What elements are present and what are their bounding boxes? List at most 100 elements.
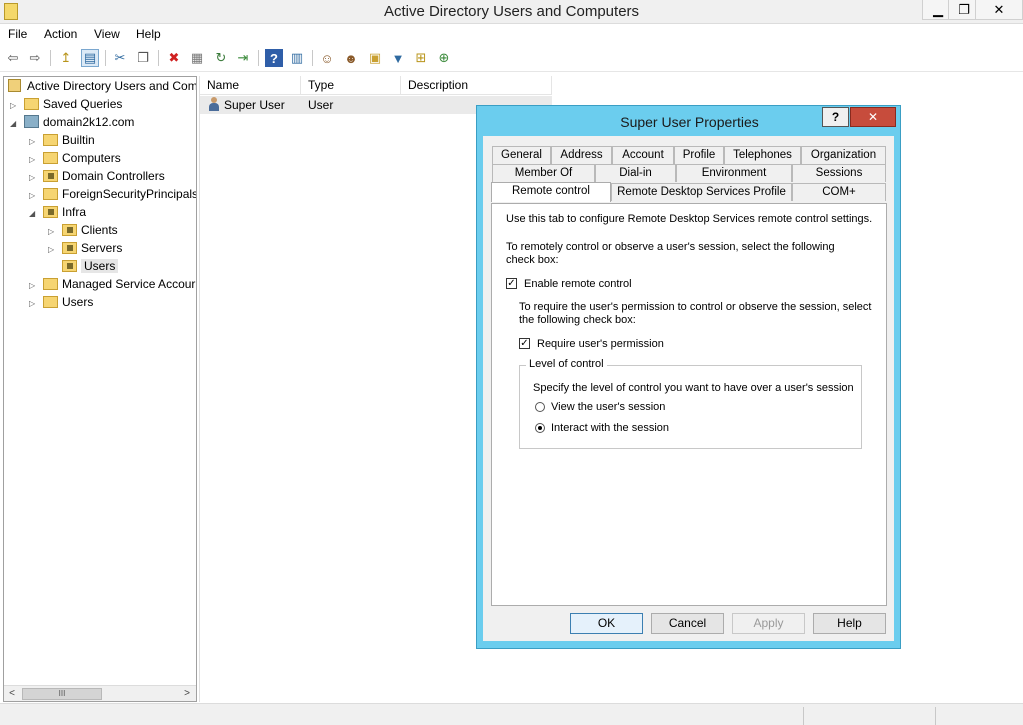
tree-item-foreign-security-principals[interactable]: ▷ ForeignSecurityPrincipals [29,185,196,203]
tree-horizontal-scrollbar[interactable]: < III > [4,685,196,701]
tab-remote-control[interactable]: Remote control [491,182,611,202]
tab-sessions[interactable]: Sessions [792,164,886,182]
require-permission-label[interactable]: Require user's permission [537,338,664,351]
ok-button[interactable]: OK [570,613,643,634]
scroll-thumb[interactable]: III [22,688,102,700]
properties-dialog: Super User Properties ? ✕ General Addres… [476,105,901,649]
tree-label: Saved Queries [43,97,123,111]
expand-arrow-icon[interactable]: ▷ [48,241,58,259]
column-header-type[interactable]: Type [301,76,401,95]
level-of-control-group: Level of control Specify the level of co… [519,358,862,449]
column-header-description[interactable]: Description [401,76,552,95]
toolbar-separator [312,50,313,66]
menu-help[interactable]: Help [136,27,161,41]
tree-item-saved-queries[interactable]: ▷ Saved Queries [10,95,122,113]
tree-label: Computers [62,151,121,165]
ou-folder-icon [43,206,58,218]
scroll-left-button[interactable]: < [5,687,19,701]
instruction-text-1b: check box: [506,254,559,266]
close-window-button[interactable]: ✕ [975,0,1023,20]
up-folder-icon[interactable]: ↥ [57,49,75,67]
tab-organization[interactable]: Organization [801,146,886,164]
require-permission-checkbox[interactable]: ✓ [519,338,530,349]
apply-button[interactable]: Apply [732,613,805,634]
view-session-radio[interactable] [535,402,545,412]
new-group-icon[interactable]: ☻ [342,49,360,67]
cell-name: Super User [208,96,285,114]
tree-label: Clients [81,223,118,237]
item-name: Super User [224,98,285,112]
dialog-close-button[interactable]: ✕ [850,107,896,127]
copy-icon[interactable]: ❐ [134,49,152,67]
tree-item-users-ou[interactable]: Users [58,257,119,275]
tab-remote-desktop-services-profile[interactable]: Remote Desktop Services Profile [611,183,792,201]
delegate-icon[interactable]: ⊕ [435,49,453,67]
tab-account[interactable]: Account [612,146,674,164]
tree-root[interactable]: Active Directory Users and Com [6,77,197,95]
tab-environment[interactable]: Environment [676,164,792,182]
tree-label: Active Directory Users and Com [27,79,197,93]
list-header: Name Type Description [200,76,552,95]
tab-member-of[interactable]: Member Of [492,164,595,182]
dialog-help-button[interactable]: ? [822,107,849,127]
menu-file[interactable]: File [8,27,27,41]
instruction-text-2: To require the user's permission to cont… [519,301,872,313]
collapse-arrow-icon[interactable]: ◢ [29,205,39,223]
tab-telephones[interactable]: Telephones [724,146,801,164]
export-list-icon[interactable]: ⇥ [234,49,252,67]
tree-item-users[interactable]: ▷ Users [29,293,93,311]
view-session-label[interactable]: View the user's session [551,401,665,414]
forward-arrow-icon[interactable]: ⇨ [26,49,44,67]
tree-item-builtin[interactable]: ▷ Builtin [29,131,95,149]
expand-arrow-icon[interactable]: ▷ [29,295,39,313]
toolbar-separator [158,50,159,66]
ou-folder-icon [43,170,58,182]
toolbar-separator [258,50,259,66]
cell-type: User [308,98,334,112]
cut-icon[interactable]: ✂ [111,49,129,67]
add-to-group-icon[interactable]: ⊞ [412,49,430,67]
filter-icon[interactable]: ▼ [389,49,407,67]
tab-general[interactable]: General [492,146,551,164]
status-separator [803,707,804,725]
level-description: Specify the level of control you want to… [533,382,854,394]
new-ou-icon[interactable]: ▣ [366,49,384,67]
tab-com-plus[interactable]: COM+ [792,183,886,201]
toolbar-separator [105,50,106,66]
tree-label: Infra [62,205,87,219]
help-icon[interactable]: ? [265,49,283,67]
menu-view[interactable]: View [94,27,120,41]
tab-address[interactable]: Address [551,146,612,164]
scroll-right-button[interactable]: > [180,687,194,701]
enable-remote-control-checkbox[interactable]: ✓ [506,278,517,289]
help-button[interactable]: Help [813,613,886,634]
tree-item-servers[interactable]: ▷ Servers [48,239,122,257]
tree-item-domain-controllers[interactable]: ▷ Domain Controllers [29,167,165,185]
cancel-button[interactable]: Cancel [651,613,724,634]
tree-item-clients[interactable]: ▷ Clients [48,221,118,239]
collapse-arrow-icon[interactable]: ◢ [10,115,20,133]
refresh-icon[interactable]: ↻ [212,49,230,67]
tree-item-managed-service-accounts[interactable]: ▷ Managed Service Accour [29,275,195,293]
console-tree-icon[interactable]: ▥ [288,49,306,67]
interact-session-radio[interactable] [535,423,545,433]
properties-icon[interactable]: ▦ [188,49,206,67]
column-header-name[interactable]: Name [200,76,301,95]
tree-item-computers[interactable]: ▷ Computers [29,149,121,167]
intro-text: Use this tab to configure Remote Desktop… [506,213,873,225]
show-hide-tree-icon[interactable]: ▤ [81,49,99,67]
enable-remote-control-label[interactable]: Enable remote control [524,278,632,291]
folder-icon [43,296,58,308]
title-bar: Active Directory Users and Computers ▁ ❐… [0,0,1023,24]
folder-icon [43,188,58,200]
tab-dial-in[interactable]: Dial-in [595,164,676,182]
folder-icon [24,98,39,110]
tab-profile[interactable]: Profile [674,146,724,164]
tree-item-domain[interactable]: ◢ domain2k12.com [10,113,134,131]
new-user-icon[interactable]: ☺ [318,49,336,67]
back-arrow-icon[interactable]: ⇦ [4,49,22,67]
interact-session-label[interactable]: Interact with the session [551,422,669,435]
menu-action[interactable]: Action [44,27,77,41]
tree-item-infra[interactable]: ◢ Infra [29,203,86,221]
delete-icon[interactable]: ✖ [165,49,183,67]
